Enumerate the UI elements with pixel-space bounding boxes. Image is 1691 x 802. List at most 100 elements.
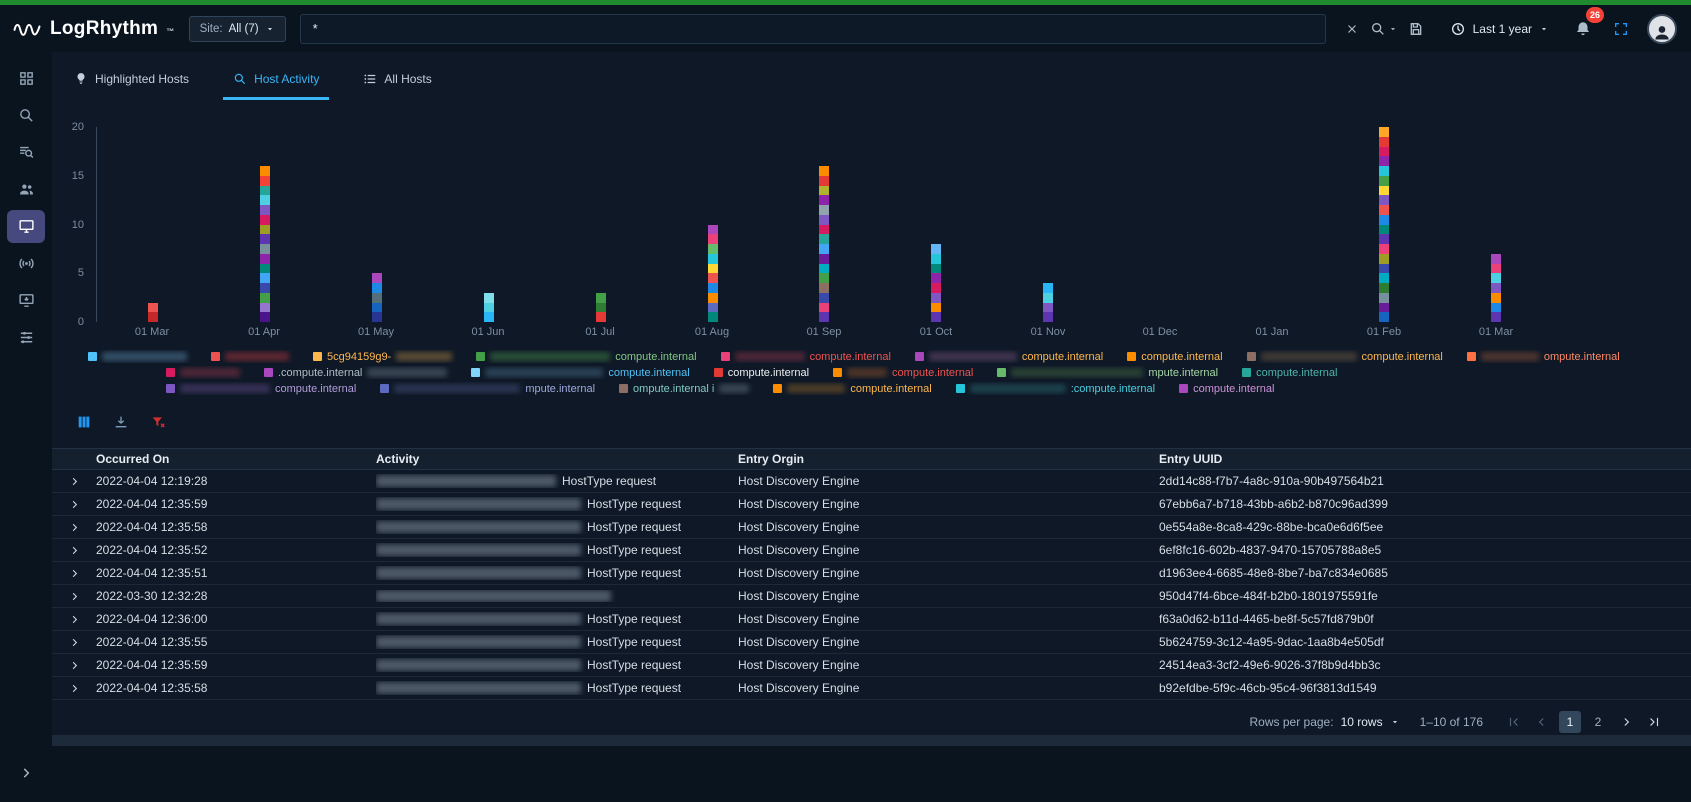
next-page-button[interactable]	[1615, 711, 1637, 733]
sidebar-item-administration[interactable]	[7, 321, 45, 354]
table-row[interactable]: 2022-03-30 12:32:28Host Discovery Engine…	[52, 585, 1691, 608]
chart-plot	[96, 127, 1552, 322]
column-header-entry-uuid[interactable]: Entry UUID	[1159, 452, 1691, 466]
search-options-button[interactable]	[1370, 15, 1398, 43]
sidebar-item-hosts[interactable]	[7, 210, 45, 243]
rows-per-page-select[interactable]: Rows per page: 10 rows	[1250, 715, 1400, 729]
row-expand-button[interactable]	[52, 568, 96, 579]
horizontal-scrollbar[interactable]	[52, 735, 1691, 746]
row-expand-button[interactable]	[52, 545, 96, 556]
sidebar-expand-button[interactable]	[19, 766, 33, 780]
row-expand-button[interactable]	[52, 476, 96, 487]
legend-item[interactable]: compute.internal	[773, 383, 931, 395]
legend-item[interactable]: compute.internal	[471, 367, 689, 379]
table-row[interactable]: 2022-04-04 12:35:51HostType requestHost …	[52, 562, 1691, 585]
legend-item[interactable]: mpute.internal	[997, 367, 1218, 379]
sidebar-item-case-search[interactable]	[7, 99, 45, 132]
sidebar-item-deployment[interactable]	[7, 284, 45, 317]
legend-item[interactable]: compute.internal	[1247, 351, 1443, 363]
legend-item[interactable]: compute.internal	[915, 351, 1103, 363]
sidebar-item-network[interactable]	[7, 247, 45, 280]
legend-item[interactable]: compute.internal	[1242, 367, 1337, 379]
notifications-button[interactable]: 26	[1571, 15, 1595, 43]
legend-item[interactable]: compute.internal	[1127, 351, 1222, 363]
legend-item[interactable]: :compute.internal	[956, 383, 1155, 395]
row-expand-button[interactable]	[52, 591, 96, 602]
user-avatar[interactable]	[1647, 14, 1677, 44]
table-row[interactable]: 2022-04-04 12:35:59HostType requestHost …	[52, 654, 1691, 677]
table-row[interactable]: 2022-04-04 12:19:28HostType requestHost …	[52, 470, 1691, 493]
table-row[interactable]: 2022-04-04 12:36:00HostType requestHost …	[52, 608, 1691, 631]
columns-button[interactable]	[74, 412, 94, 432]
first-page-button[interactable]	[1503, 711, 1525, 733]
legend-item[interactable]: ompute.internal	[1467, 351, 1620, 363]
table-row[interactable]: 2022-04-04 12:35:58HostType requestHost …	[52, 516, 1691, 539]
row-expand-button[interactable]	[52, 637, 96, 648]
row-expand-button[interactable]	[52, 683, 96, 694]
stacked-bar[interactable]	[372, 273, 382, 322]
cell-entry-origin: Host Discovery Engine	[738, 681, 1159, 695]
tab-highlighted-hosts[interactable]: Highlighted Hosts	[64, 65, 199, 100]
bar-segment	[819, 234, 829, 244]
stacked-bar[interactable]	[260, 166, 270, 322]
cell-occurred-on: 2022-04-04 12:35:52	[96, 543, 376, 557]
stacked-bar[interactable]	[1379, 127, 1389, 322]
column-header-occurred-on[interactable]: Occurred On	[96, 452, 376, 466]
table-row[interactable]: 2022-04-04 12:35:55HostType requestHost …	[52, 631, 1691, 654]
download-button[interactable]	[111, 412, 131, 432]
clear-filter-button[interactable]	[148, 412, 168, 432]
legend-redacted-text	[1481, 352, 1539, 361]
row-expand-button[interactable]	[52, 660, 96, 671]
legend-item[interactable]	[211, 352, 289, 361]
legend-item[interactable]: compute.internal	[714, 367, 809, 379]
site-selector[interactable]: Site: All (7)	[189, 16, 286, 42]
table-row[interactable]: 2022-04-04 12:35:59HostType requestHost …	[52, 493, 1691, 516]
stacked-bar[interactable]	[819, 166, 829, 322]
legend-item[interactable]	[88, 352, 187, 361]
legend-item[interactable]: compute.internal	[721, 351, 891, 363]
legend-label: mpute.internal	[1148, 367, 1218, 379]
previous-page-button[interactable]	[1531, 711, 1553, 733]
page-number-2[interactable]: 2	[1587, 711, 1609, 733]
stacked-bar[interactable]	[708, 225, 718, 323]
column-header-entry-origin[interactable]: Entry Orgin	[738, 452, 1159, 466]
row-expand-button[interactable]	[52, 499, 96, 510]
sidebar-item-users[interactable]	[7, 173, 45, 206]
stacked-bar[interactable]	[148, 303, 158, 323]
table-row[interactable]: 2022-04-04 12:35:52HostType requestHost …	[52, 539, 1691, 562]
stacked-bar[interactable]	[484, 293, 494, 322]
legend-swatch	[915, 352, 924, 361]
stacked-bar[interactable]	[1043, 283, 1053, 322]
legend-item[interactable]: mpute.internal	[380, 383, 595, 395]
tab-all-hosts[interactable]: All Hosts	[353, 65, 441, 100]
bar-segment	[1379, 195, 1389, 205]
sidebar-item-dashboards[interactable]	[7, 62, 45, 95]
time-range-selector[interactable]: Last 1 year	[1442, 17, 1557, 41]
legend-item[interactable]: compute.internal	[166, 383, 356, 395]
legend-swatch	[88, 352, 97, 361]
stacked-bar[interactable]	[931, 244, 941, 322]
stacked-bar[interactable]	[596, 293, 606, 322]
legend-item[interactable]	[166, 368, 240, 377]
legend-item[interactable]: compute.internal	[833, 367, 973, 379]
search-input[interactable]	[300, 14, 1326, 44]
legend-item[interactable]: compute.internal	[476, 351, 696, 363]
last-page-button[interactable]	[1643, 711, 1665, 733]
page-number-1[interactable]: 1	[1559, 711, 1581, 733]
clear-search-button[interactable]	[1340, 15, 1364, 43]
activity-redacted-text	[376, 659, 581, 671]
legend-item[interactable]: .compute.internal	[264, 367, 447, 379]
cell-entry-origin: Host Discovery Engine	[738, 474, 1159, 488]
sidebar-item-analyze[interactable]	[7, 136, 45, 169]
table-row[interactable]: 2022-04-04 12:35:58HostType requestHost …	[52, 677, 1691, 700]
legend-item[interactable]: compute.internal	[1179, 383, 1274, 395]
row-expand-button[interactable]	[52, 522, 96, 533]
legend-item[interactable]: ompute.internal i	[619, 383, 749, 395]
fullscreen-button[interactable]	[1609, 15, 1633, 43]
legend-item[interactable]: 5cg94159g9-	[313, 351, 452, 363]
stacked-bar[interactable]	[1491, 254, 1501, 322]
save-search-button[interactable]	[1404, 15, 1428, 43]
column-header-activity[interactable]: Activity	[376, 452, 738, 466]
tab-host-activity[interactable]: Host Activity	[223, 65, 329, 100]
row-expand-button[interactable]	[52, 614, 96, 625]
